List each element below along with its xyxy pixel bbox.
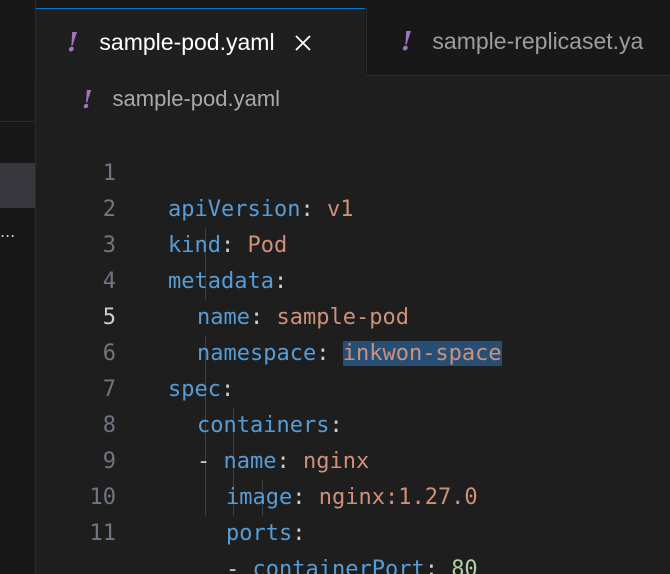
code-line[interactable]: 3 metadata: [36, 192, 670, 294]
yaml-number: 80 [451, 557, 478, 574]
breadcrumb-file[interactable]: sample-pod.yaml [113, 86, 281, 112]
sidebar-divider [0, 121, 35, 122]
line-number: 11 [89, 521, 117, 546]
code-line[interactable]: 8 - name: nginx [36, 372, 670, 474]
tab-sample-replicaset[interactable]: ! sample-replicaset.ya [366, 8, 670, 75]
yaml-key: ports [226, 521, 293, 546]
tab-bar: ! sample-pod.yaml ! sample-replicaset.ya [36, 0, 670, 76]
sidebar-selected-item[interactable] [0, 163, 35, 208]
code-line-current[interactable]: 5 namespace: inkwon-space [36, 264, 670, 366]
sidebar-truncated-text: ... [0, 222, 16, 241]
code-editor[interactable]: 1 apiVersion: v1 2 kind: Pod 3 metadata:… [36, 120, 670, 574]
code-line[interactable]: 2 kind: Pod [36, 156, 670, 258]
tab-label: sample-pod.yaml [99, 29, 275, 55]
close-icon[interactable] [293, 33, 313, 53]
code-line[interactable]: 6 spec: [36, 300, 670, 402]
code-line[interactable]: 11 - containerPort: 80 [36, 480, 670, 574]
yaml-icon: ! [82, 84, 93, 114]
yaml-colon: : [292, 521, 306, 546]
code-line[interactable]: 4 name: sample-pod [36, 228, 670, 330]
explorer-sidebar: ... [0, 0, 36, 574]
editor-window: ... ! sample-pod.yaml ! sample-replicase… [0, 0, 670, 574]
code-line[interactable]: 9 image: nginx:1.27.0 [36, 408, 670, 510]
yaml-dash: - [226, 557, 240, 574]
yaml-icon: ! [67, 27, 79, 58]
yaml-colon: : [424, 557, 438, 574]
code-line[interactable]: 7 containers: [36, 336, 670, 438]
tab-label: sample-replicaset.ya [432, 28, 644, 54]
code-line[interactable]: 1 apiVersion: v1 [36, 120, 670, 222]
yaml-icon: ! [401, 26, 413, 57]
code-line[interactable]: 10 ports: [36, 444, 670, 546]
breadcrumb[interactable]: ! sample-pod.yaml [82, 84, 280, 114]
yaml-key: containerPort [252, 557, 425, 574]
tab-sample-pod[interactable]: ! sample-pod.yaml [36, 8, 365, 76]
